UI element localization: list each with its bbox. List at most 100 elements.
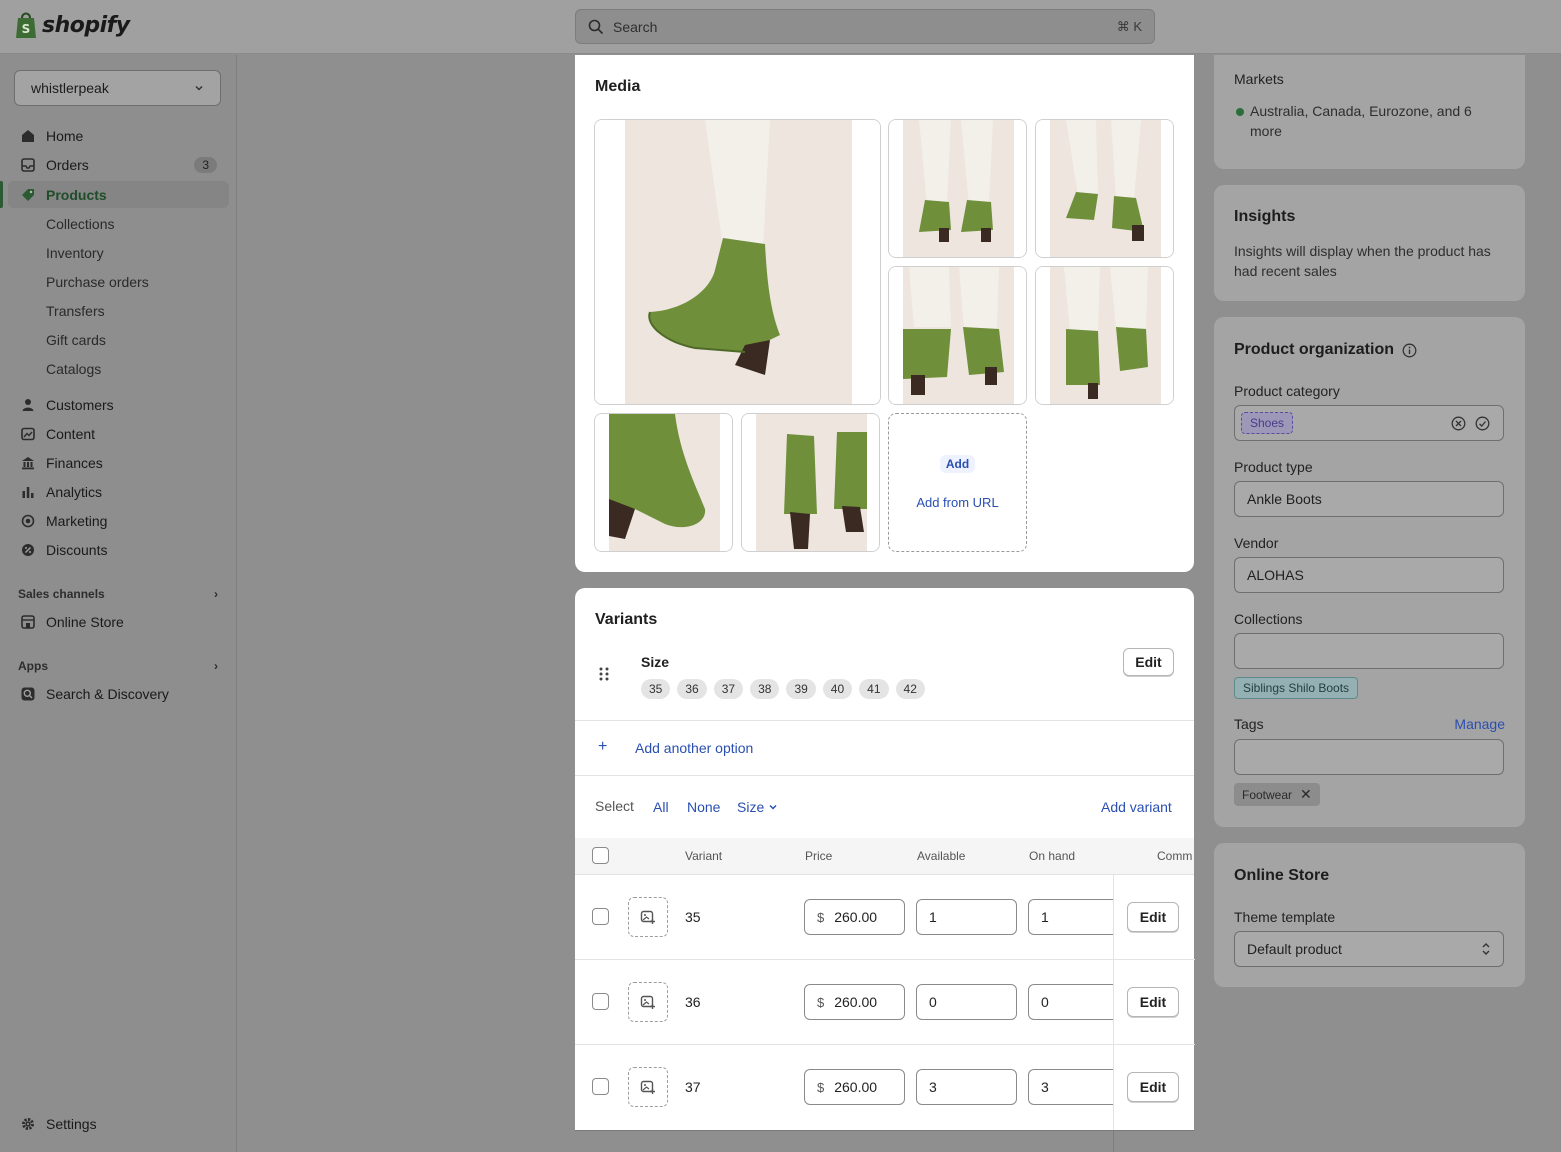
sidebar-item-inventory[interactable]: Inventory: [8, 239, 229, 266]
sticky-actions-column: Edit Edit Edit: [1113, 875, 1195, 1130]
collections-label: Collections: [1234, 611, 1303, 627]
remove-tag-icon[interactable]: ✕: [1300, 786, 1312, 803]
sidebar-item-gift-cards[interactable]: Gift cards: [8, 326, 229, 353]
edit-option-button[interactable]: Edit: [1123, 648, 1174, 676]
shopify-logo[interactable]: S shopify: [14, 10, 130, 40]
add-variant-image[interactable]: [628, 982, 668, 1022]
collection-chip[interactable]: Siblings Shilo Boots: [1234, 677, 1359, 699]
sidebar-item-home[interactable]: Home: [8, 122, 229, 149]
edit-variant-button[interactable]: Edit: [1127, 1072, 1179, 1102]
sidebar-item-content[interactable]: Content: [8, 420, 229, 447]
sidebar-item-catalogs[interactable]: Catalogs: [8, 355, 229, 382]
currency-symbol: $: [817, 909, 825, 925]
media-image-2[interactable]: [888, 119, 1027, 258]
category-input[interactable]: Shoes: [1234, 405, 1504, 441]
search-bar[interactable]: Search ⌘ K: [575, 9, 1155, 44]
check-circle-icon[interactable]: [1475, 416, 1490, 431]
media-image-7[interactable]: [741, 413, 880, 552]
sidebar-item-analytics[interactable]: Analytics: [8, 478, 229, 505]
edit-variant-button[interactable]: Edit: [1127, 987, 1179, 1017]
organization-title-row: Product organization: [1234, 341, 1417, 359]
select-size-dropdown[interactable]: Size: [737, 799, 778, 815]
sidebar-item-online-store[interactable]: Online Store: [8, 608, 229, 635]
available-input[interactable]: 1: [916, 899, 1017, 935]
category-chip[interactable]: Shoes: [1241, 412, 1294, 434]
chevron-right-icon: ›: [214, 659, 218, 673]
theme-template-label: Theme template: [1234, 909, 1336, 925]
media-title: Media: [595, 78, 641, 95]
variants-table-header: Variant Price Available On hand Comm: [575, 838, 1194, 875]
price-input[interactable]: $260.00: [804, 984, 905, 1020]
category-label: Product category: [1234, 383, 1340, 399]
manage-tags-link[interactable]: Manage: [1454, 716, 1505, 732]
edit-variant-button[interactable]: Edit: [1127, 902, 1179, 932]
sidebar-item-customers[interactable]: Customers: [8, 391, 229, 418]
vendor-input[interactable]: ALOHAS: [1234, 557, 1504, 593]
select-size-label: Size: [737, 799, 765, 815]
sidebar-item-finances[interactable]: Finances: [8, 449, 229, 476]
markets-text: Australia, Canada, Eurozone, and 6 more: [1250, 103, 1472, 139]
store-selector[interactable]: whistlerpeak: [14, 70, 221, 106]
select-none-link[interactable]: None: [687, 799, 720, 815]
sidebar-item-collections[interactable]: Collections: [8, 210, 229, 237]
media-image-6[interactable]: [594, 413, 733, 552]
select-label: Select: [595, 798, 634, 814]
sidebar-item-marketing[interactable]: Marketing: [8, 507, 229, 534]
row-checkbox[interactable]: [592, 993, 609, 1010]
media-image-5[interactable]: [1035, 266, 1174, 405]
select-all-checkbox[interactable]: [592, 847, 609, 864]
on-hand-input[interactable]: 3: [1028, 1069, 1118, 1105]
sidebar-item-settings[interactable]: Settings: [8, 1110, 229, 1137]
divider: [575, 1044, 1194, 1045]
available-input[interactable]: 3: [916, 1069, 1017, 1105]
sidebar-item-products[interactable]: Products: [8, 181, 229, 208]
sidebar-item-label: Marketing: [46, 512, 108, 529]
media-add-dropzone[interactable]: Add Add from URL: [888, 413, 1027, 552]
chevron-right-icon: ›: [214, 587, 218, 601]
tag-chip: Footwear ✕: [1234, 783, 1320, 806]
media-image-3[interactable]: [1035, 119, 1174, 258]
sidebar-item-discounts[interactable]: Discounts: [8, 536, 229, 563]
add-variant-link[interactable]: Add variant: [1101, 799, 1172, 815]
available-input[interactable]: 0: [916, 984, 1017, 1020]
insights-card: Insights Insights will display when the …: [1214, 185, 1525, 301]
theme-template-select[interactable]: Default product: [1234, 931, 1504, 967]
chevron-down-icon: [769, 804, 777, 810]
sidebar-item-transfers[interactable]: Transfers: [8, 297, 229, 324]
add-from-url-link[interactable]: Add from URL: [916, 495, 998, 510]
on-hand-input[interactable]: 1: [1028, 899, 1118, 935]
vendor-label: Vendor: [1234, 535, 1279, 551]
drag-handle-icon[interactable]: [598, 666, 610, 682]
row-checkbox[interactable]: [592, 1078, 609, 1095]
add-another-option-link[interactable]: Add another option: [635, 740, 753, 756]
sidebar-item-label: Purchase orders: [46, 273, 149, 290]
apps-header[interactable]: Apps ›: [18, 659, 218, 673]
divider: [575, 959, 1194, 960]
column-variant: Variant: [685, 849, 723, 863]
add-variant-image[interactable]: [628, 1067, 668, 1107]
sidebar-item-orders[interactable]: Orders 3: [8, 151, 229, 178]
price-input[interactable]: $260.00: [804, 899, 905, 935]
search-input[interactable]: Search: [613, 19, 1117, 35]
plus-icon: +: [598, 738, 608, 755]
media-image-main[interactable]: [594, 119, 881, 405]
tags-input[interactable]: [1234, 739, 1504, 775]
divider: [1114, 959, 1195, 960]
sidebar-item-search-discovery[interactable]: Search & Discovery: [8, 680, 229, 707]
clear-icon[interactable]: [1451, 416, 1466, 431]
collections-input[interactable]: [1234, 633, 1504, 669]
sales-channels-header[interactable]: Sales channels ›: [18, 587, 218, 601]
info-icon[interactable]: [1402, 343, 1417, 358]
media-image-4[interactable]: [888, 266, 1027, 405]
sidebar-item-purchase-orders[interactable]: Purchase orders: [8, 268, 229, 295]
on-hand-input[interactable]: 0: [1028, 984, 1118, 1020]
column-on-hand: On hand: [1029, 849, 1076, 863]
add-media-button[interactable]: Add: [939, 455, 976, 473]
section-label: Apps: [18, 659, 48, 673]
orders-count-badge: 3: [194, 156, 217, 173]
product-type-input[interactable]: Ankle Boots: [1234, 481, 1504, 517]
row-checkbox[interactable]: [592, 908, 609, 925]
add-variant-image[interactable]: [628, 897, 668, 937]
price-input[interactable]: $260.00: [804, 1069, 905, 1105]
select-all-link[interactable]: All: [653, 799, 669, 815]
